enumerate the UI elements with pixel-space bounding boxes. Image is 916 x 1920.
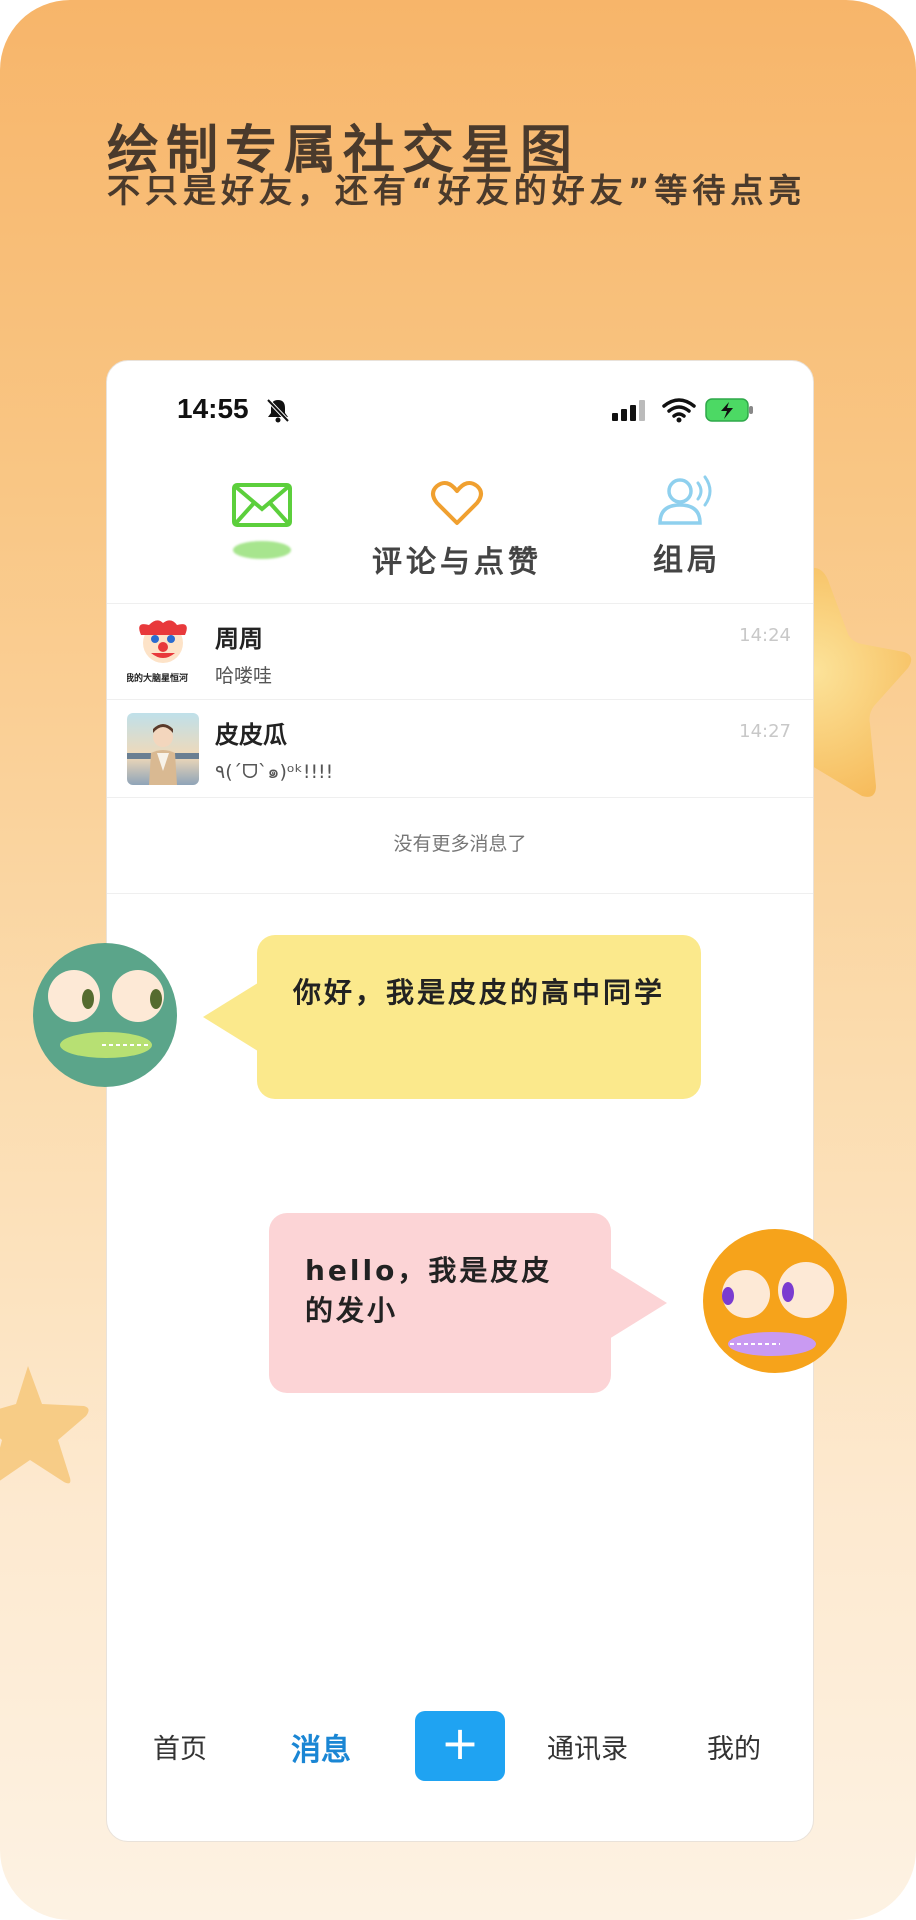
bottom-navigation: 首页 消息 + 通讯录 我的 [107, 1711, 813, 1781]
tab-group-label: 组局 [653, 543, 721, 578]
avatar-clown: 我的大脑星恒河 [127, 617, 199, 689]
divider [107, 893, 813, 894]
message-preview: 哈喽哇 [215, 665, 273, 687]
battery-charging-icon [705, 398, 753, 422]
signal-icon [612, 400, 645, 421]
speech-bubble-right: hello，我是皮皮的发小 [269, 1213, 611, 1393]
nav-messages[interactable]: 消息 [291, 1725, 351, 1769]
message-time: 14:24 [739, 625, 791, 646]
conversation-row[interactable]: 皮皮瓜 ٩(ˊᗜˋ๑)ᵒᵏ!!!! 14:27 [107, 701, 813, 797]
message-time: 14:27 [739, 721, 791, 742]
person-broadcast-icon [658, 475, 712, 525]
bell-muted-icon [266, 398, 290, 423]
add-button[interactable]: + [415, 1711, 505, 1781]
contact-name: 周周 [215, 625, 263, 653]
status-time: 14:55 [177, 393, 249, 424]
divider [107, 797, 813, 798]
orange-face-character [703, 1229, 847, 1373]
speech-bubble-left: 你好，我是皮皮的高中同学 [257, 935, 701, 1099]
nav-home[interactable]: 首页 [153, 1727, 207, 1766]
phone-screen: 14:55 评论与点赞 组局 我的大脑星恒河 周周 哈喽哇 14:24 皮皮瓜 … [106, 360, 814, 1842]
tab-comments-likes[interactable]: 评论与点赞 [347, 479, 567, 581]
nav-contacts[interactable]: 通讯录 [547, 1727, 628, 1766]
avatar-caption: 我的大脑星恒河 [127, 674, 189, 684]
envelope-icon [232, 483, 292, 527]
hero-subtitle: 不只是好友，还有“好友的好友”等待点亮 [107, 171, 807, 210]
tab-messages[interactable] [197, 481, 327, 559]
nav-me[interactable]: 我的 [707, 1727, 761, 1766]
contact-name: 皮皮瓜 [215, 721, 287, 749]
bubble-tail [203, 981, 261, 1053]
wifi-icon [662, 398, 696, 423]
message-preview: ٩(ˊᗜˋ๑)ᵒᵏ!!!! [215, 761, 334, 783]
divider [107, 699, 813, 700]
active-tab-indicator [233, 541, 291, 559]
star-decoration-small [0, 1366, 89, 1484]
divider [107, 603, 813, 604]
tab-group[interactable]: 组局 [627, 473, 747, 579]
list-end-text: 没有更多消息了 [393, 833, 527, 855]
bubble-tail [609, 1267, 667, 1339]
avatar-portrait [127, 713, 199, 785]
tab-comments-label: 评论与点赞 [372, 545, 542, 580]
heart-icon [431, 480, 483, 525]
green-face-character [33, 943, 177, 1087]
conversation-row[interactable]: 我的大脑星恒河 周周 哈喽哇 14:24 [107, 605, 813, 701]
background-card: 绘制专属社交星图 不只是好友，还有“好友的好友”等待点亮 14:55 评论与点赞… [0, 0, 916, 1920]
